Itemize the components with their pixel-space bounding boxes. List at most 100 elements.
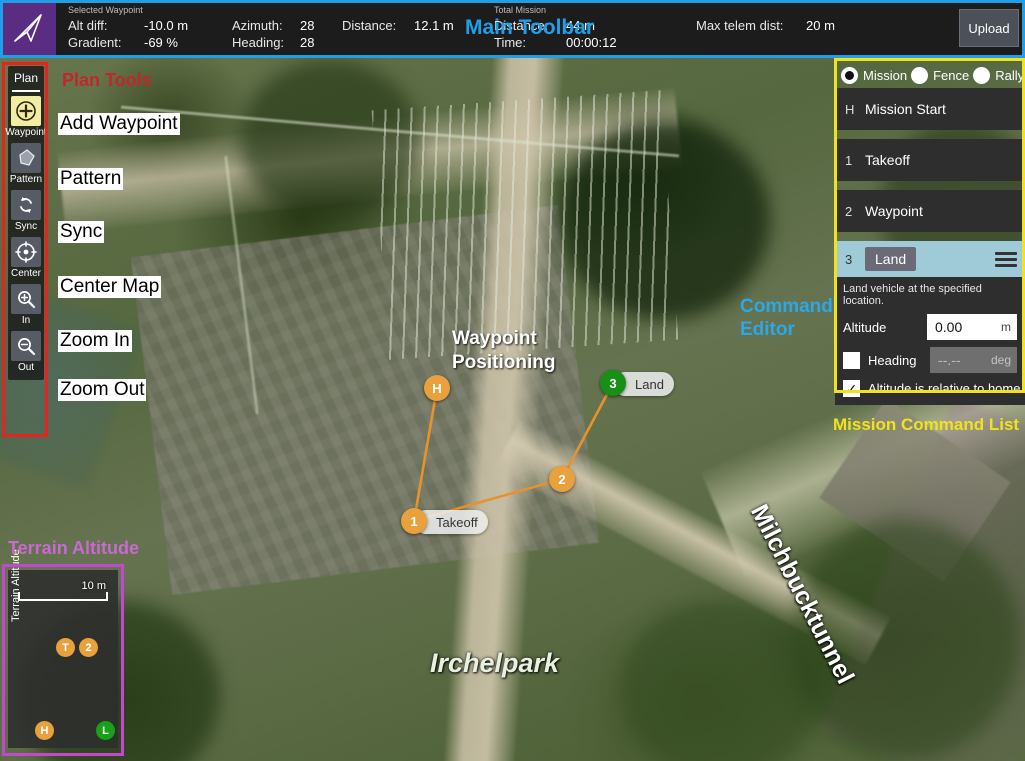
total-mission-row-2: Time: 00:00:12 <box>494 34 835 51</box>
crosshair-icon <box>11 237 41 267</box>
command-item-mission-start[interactable]: H Mission Start <box>835 88 1025 130</box>
tool-label: In <box>22 315 30 329</box>
selected-waypoint-caption: Selected Waypoint <box>68 5 476 15</box>
total-mission-info: Total Mission Distance: 44 m Max telem d… <box>482 0 835 56</box>
waypoint-marker-3[interactable]: 3 <box>600 370 626 396</box>
tool-center-map[interactable]: Center <box>9 235 43 282</box>
zoom-in-icon <box>11 284 41 314</box>
heading-value: --.-- <box>938 352 961 368</box>
radio-dot-icon <box>911 67 928 84</box>
tool-zoom-out[interactable]: Out <box>9 329 43 376</box>
terrain-dot-home[interactable]: H <box>35 721 54 740</box>
map-scale-bar: 10 m <box>18 580 108 601</box>
terrain-dot-land[interactable]: L <box>96 721 115 740</box>
tool-pattern[interactable]: Pattern <box>9 141 43 188</box>
sync-arrows-icon <box>11 190 41 220</box>
command-name: Waypoint <box>865 203 923 219</box>
azimuth-label: Azimuth: <box>232 17 300 34</box>
heading-checkbox[interactable] <box>843 352 860 369</box>
altitude-input[interactable]: 0.00 m <box>927 314 1017 340</box>
distance-value: 12.1 m <box>414 17 454 34</box>
heading-input[interactable]: --.-- deg <box>930 347 1017 373</box>
terrain-altitude-panel: 10 m Terrain Altitude T 2 H L <box>8 570 118 748</box>
relative-altitude-row: ✓ Altitude is relative to home <box>843 380 1017 397</box>
main-toolbar: Selected Waypoint Alt diff: -10.0 m Azim… <box>0 0 1025 56</box>
heading-unit: deg <box>991 353 1011 367</box>
polygon-icon <box>11 143 41 173</box>
radio-mission[interactable]: Mission <box>841 67 907 84</box>
tool-label: Out <box>18 362 34 376</box>
distance-label: Distance: <box>342 17 414 34</box>
azimuth-value: 28 <box>300 17 342 34</box>
qgroundcontrol-plan-view: Irchelpark Milchbucktunnel Takeoff Land … <box>0 0 1025 761</box>
altitude-value: 0.00 <box>935 319 962 335</box>
radio-rally[interactable]: Rally <box>973 67 1024 84</box>
tool-label: Center <box>11 268 41 282</box>
tool-zoom-in[interactable]: In <box>9 282 43 329</box>
heading-field-row: Heading --.-- deg <box>843 347 1017 373</box>
tool-label: Waypoint <box>5 127 46 141</box>
divider <box>12 90 40 92</box>
radio-label: Rally <box>995 68 1024 83</box>
radio-dot-icon <box>973 67 990 84</box>
radio-fence[interactable]: Fence <box>911 67 969 84</box>
scale-label: 10 m <box>18 580 108 592</box>
zoom-out-icon <box>11 331 41 361</box>
command-number: 1 <box>845 153 865 168</box>
command-item-waypoint[interactable]: 2 Waypoint <box>835 190 1025 232</box>
plus-circle-icon <box>11 96 41 126</box>
upload-button[interactable]: Upload <box>959 9 1019 47</box>
command-number: H <box>845 102 865 117</box>
selected-waypoint-row-2: Gradient: -69 % Heading: 28 <box>68 34 476 51</box>
terrain-dot-2[interactable]: 2 <box>79 638 98 657</box>
tool-sync[interactable]: Sync <box>9 188 43 235</box>
waypoint-marker-2[interactable]: 2 <box>549 466 575 492</box>
command-description: Land vehicle at the specified location. <box>843 283 1017 307</box>
waypoint-marker-home[interactable]: H <box>424 375 450 401</box>
gradient-label: Gradient: <box>68 34 144 51</box>
app-logo-icon[interactable] <box>0 0 56 56</box>
command-number: 2 <box>845 204 865 219</box>
selected-waypoint-row-1: Alt diff: -10.0 m Azimuth: 28 Distance: … <box>68 17 476 34</box>
tool-add-waypoint[interactable]: Waypoint <box>9 94 43 141</box>
altitude-label: Altitude <box>843 320 927 335</box>
altitude-unit: m <box>1001 320 1011 334</box>
max-telem-dist-label: Max telem dist: <box>696 17 806 34</box>
gradient-value: -69 % <box>144 34 232 51</box>
terrain-dot-takeoff[interactable]: T <box>56 638 75 657</box>
hamburger-icon[interactable] <box>995 252 1017 267</box>
mission-distance-label: Distance: <box>494 17 566 34</box>
command-item-takeoff[interactable]: 1 Takeoff <box>835 139 1025 181</box>
total-mission-caption: Total Mission <box>494 5 835 15</box>
map-trees <box>790 520 1020 760</box>
command-number: 3 <box>845 252 865 267</box>
command-name: Takeoff <box>865 152 910 168</box>
terrain-axis-label: Terrain Altitude <box>10 549 22 622</box>
max-telem-dist-value: 20 m <box>806 17 835 34</box>
command-name: Mission Start <box>865 101 946 117</box>
plan-tools-strip: Plan Waypoint Pattern <box>8 66 44 380</box>
waypoint-marker-1[interactable]: 1 <box>401 508 427 534</box>
tool-label: Sync <box>15 221 37 235</box>
scale-bar-graphic <box>18 592 108 601</box>
mission-distance-value: 44 m <box>566 17 696 34</box>
relative-altitude-label: Altitude is relative to home <box>868 381 1020 396</box>
mission-time-value: 00:00:12 <box>566 34 696 51</box>
plan-tools-title: Plan <box>14 68 38 89</box>
heading-value: 28 <box>300 34 342 51</box>
alt-diff-value: -10.0 m <box>144 17 232 34</box>
relative-altitude-checkbox[interactable]: ✓ <box>843 380 860 397</box>
radio-dot-icon <box>841 67 858 84</box>
command-name: Land <box>865 247 916 271</box>
alt-diff-label: Alt diff: <box>68 17 144 34</box>
heading-label: Heading: <box>232 34 300 51</box>
mission-time-label: Time: <box>494 34 566 51</box>
command-item-land-selected[interactable]: 3 Land <box>835 241 1025 277</box>
mission-command-panel: Mission Fence Rally H Mission Start 1 Ta… <box>835 62 1025 405</box>
altitude-field-row: Altitude 0.00 m <box>843 314 1017 340</box>
heading-label: Heading <box>868 353 930 368</box>
tool-label: Pattern <box>10 174 42 188</box>
plan-mode-radio-group: Mission Fence Rally <box>835 62 1025 88</box>
selected-waypoint-info: Selected Waypoint Alt diff: -10.0 m Azim… <box>56 0 476 56</box>
radio-label: Mission <box>863 68 907 83</box>
